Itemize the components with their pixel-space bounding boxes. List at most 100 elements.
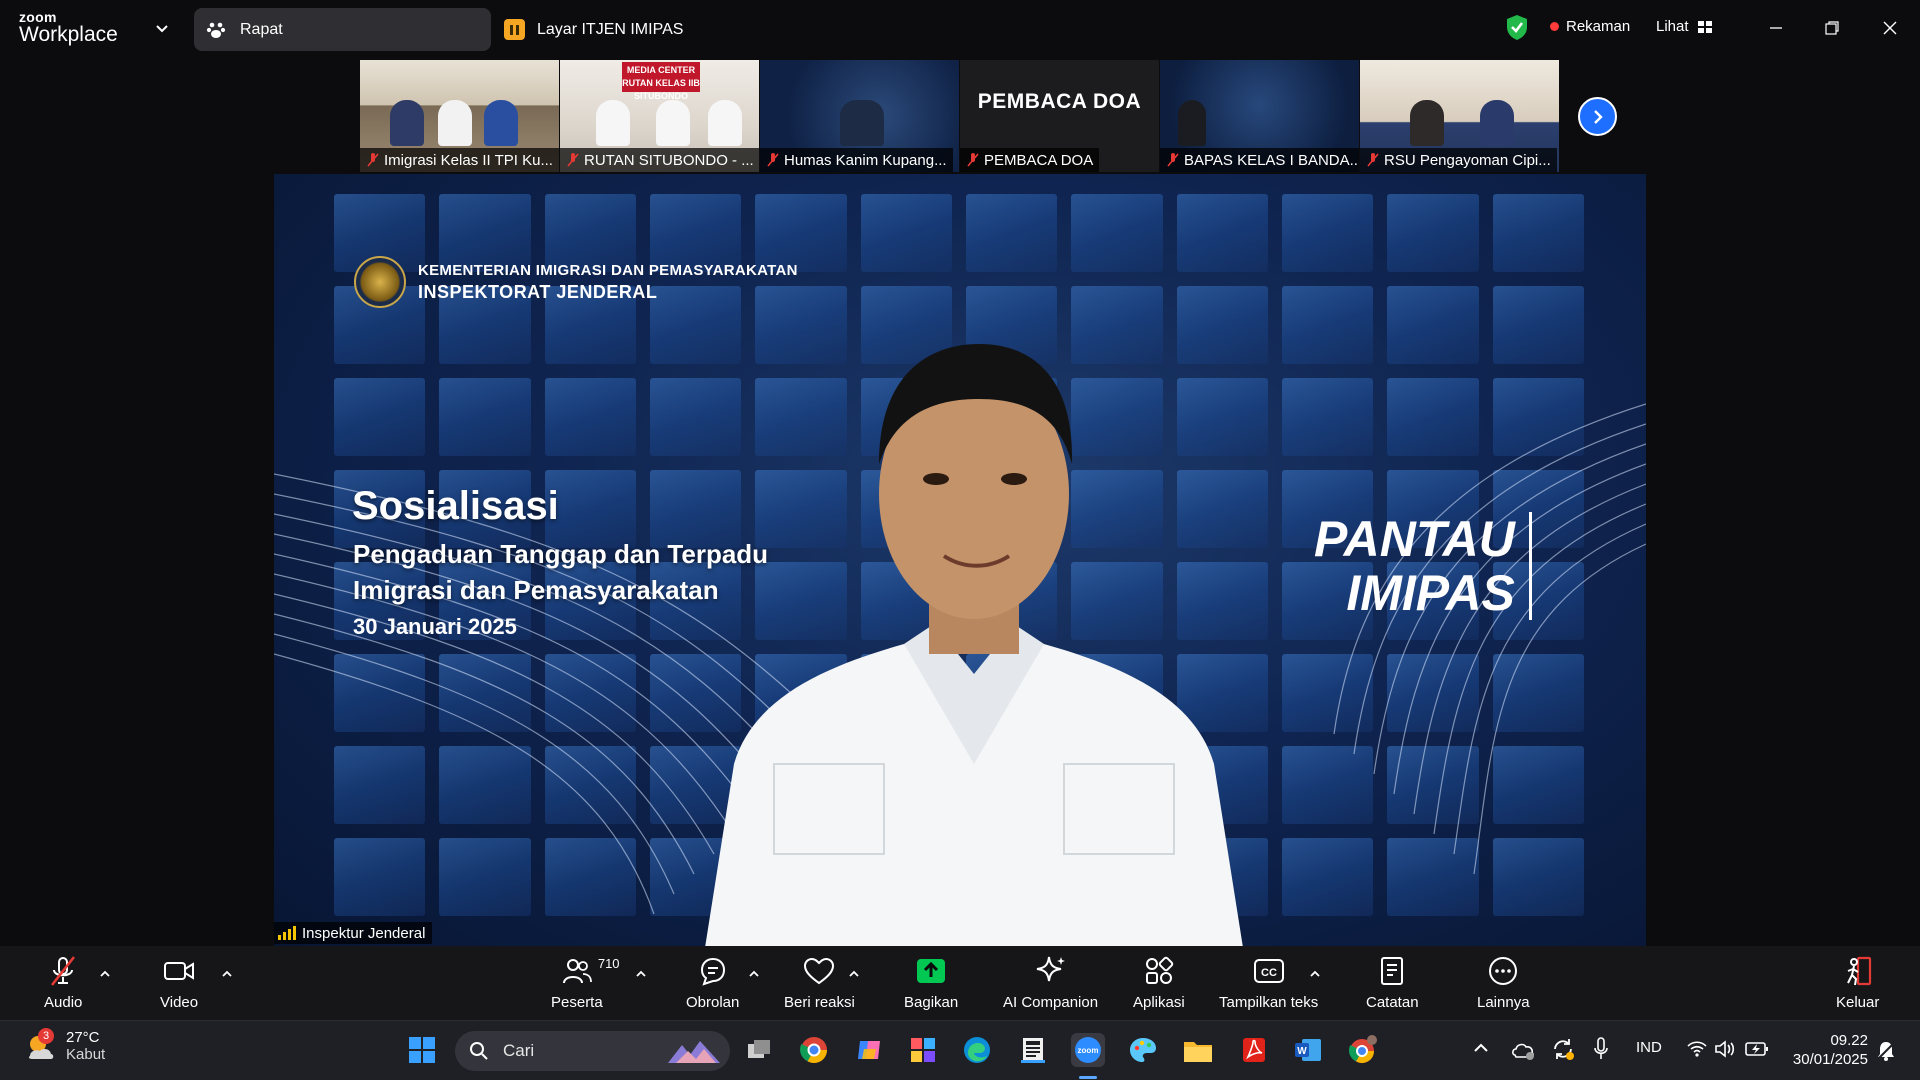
minimize-button[interactable] xyxy=(1762,14,1790,42)
chevron-down-icon[interactable] xyxy=(152,18,172,38)
audio-options-caret-icon[interactable] xyxy=(97,966,113,982)
close-button[interactable] xyxy=(1876,14,1904,42)
volume-icon[interactable] xyxy=(1714,1039,1736,1059)
mic-muted-icon xyxy=(46,954,80,988)
speaker-figure xyxy=(705,344,1243,946)
notes-label: Catatan xyxy=(1366,994,1419,1011)
taskbar-chrome-profile[interactable] xyxy=(1346,1033,1380,1067)
captions-options-caret-icon[interactable] xyxy=(1307,966,1323,982)
search-highlight-mountains-icon xyxy=(668,1041,720,1063)
task-view-button[interactable] xyxy=(743,1033,777,1067)
more-dots-icon xyxy=(1486,954,1520,988)
participants-label: Peserta xyxy=(551,994,603,1011)
mic-muted-icon xyxy=(1367,153,1379,167)
react-button[interactable]: Beri reaksi xyxy=(784,954,855,1011)
pdf-icon xyxy=(1243,1038,1265,1062)
recording-label: Rekaman xyxy=(1566,18,1631,35)
leave-door-icon xyxy=(1841,954,1875,988)
participants-options-caret-icon[interactable] xyxy=(633,966,649,982)
pantau-imipas-logo: PANTAU IMIPAS xyxy=(1314,512,1532,620)
notification-bell-icon[interactable] xyxy=(1874,1039,1898,1063)
sync-icon[interactable] xyxy=(1551,1037,1575,1061)
chat-bubble-icon xyxy=(696,954,730,988)
zoom-workplace-menu[interactable]: zoom Workplace xyxy=(19,10,118,46)
tab-meeting-label: Rapat xyxy=(240,20,283,38)
ai-companion-label: AI Companion xyxy=(1003,994,1099,1011)
minimize-icon xyxy=(1770,27,1782,29)
next-page-button[interactable] xyxy=(1578,97,1617,136)
taskbar-reader[interactable] xyxy=(1016,1033,1050,1067)
ai-companion-button[interactable]: AI Companion xyxy=(1003,954,1098,1011)
participant-tile[interactable]: RSU Pengayoman Cipi... xyxy=(1360,60,1559,172)
tab-meeting[interactable]: Rapat xyxy=(194,8,491,51)
battery-charging-icon[interactable] xyxy=(1745,1041,1769,1057)
video-button[interactable]: Video xyxy=(160,954,198,1011)
edge-icon xyxy=(964,1037,990,1063)
taskbar-copilot[interactable] xyxy=(852,1033,886,1067)
more-button[interactable]: Lainnya xyxy=(1477,954,1530,1011)
taskbar-app-puzzle[interactable] xyxy=(906,1033,940,1067)
taskbar-chrome[interactable] xyxy=(797,1033,831,1067)
leave-label: Keluar xyxy=(1836,994,1880,1011)
mic-muted-icon xyxy=(1167,153,1179,167)
captions-button[interactable]: CC Tampilkan teks xyxy=(1219,954,1318,1011)
leave-button[interactable]: Keluar xyxy=(1836,954,1879,1011)
audio-button[interactable]: Audio xyxy=(44,954,82,1011)
video-label: Video xyxy=(160,994,199,1011)
participant-tile[interactable]: PEMBACA DOA PEMBACA DOA xyxy=(960,60,1159,172)
input-language[interactable]: IND xyxy=(1636,1039,1662,1056)
chrome-icon xyxy=(800,1037,828,1064)
participant-name-tag: RSU Pengayoman Cipi... xyxy=(1360,148,1557,172)
participant-name-tag: PEMBACA DOA xyxy=(960,148,1100,172)
audio-label: Audio xyxy=(44,994,83,1011)
weather-sun-cloud-icon: 3 xyxy=(24,1028,56,1062)
participant-tile[interactable]: Imigrasi Kelas II TPI Ku... xyxy=(360,60,559,172)
taskbar-acrobat[interactable] xyxy=(1237,1033,1271,1067)
active-speaker-video[interactable]: KEMENTERIAN IMIGRASI DAN PEMASYARAKATAN … xyxy=(274,174,1646,946)
taskbar-file-explorer[interactable] xyxy=(1181,1033,1215,1067)
view-button[interactable]: Lihat xyxy=(1656,18,1713,35)
mic-muted-icon xyxy=(967,153,979,167)
chat-options-caret-icon[interactable] xyxy=(746,966,762,982)
apps-button[interactable]: Aplikasi xyxy=(1133,954,1185,1011)
participant-name: RUTAN SITUBONDO - ... xyxy=(584,151,754,169)
recording-indicator[interactable]: Rekaman xyxy=(1550,18,1630,35)
participant-strip: Imigrasi Kelas II TPI Ku... MEDIA CENTER… xyxy=(360,60,1559,172)
participants-button[interactable]: 710 Peserta xyxy=(551,954,620,1011)
video-options-caret-icon[interactable] xyxy=(219,966,235,982)
taskbar-zoom[interactable]: zoom xyxy=(1071,1033,1105,1067)
share-button[interactable]: Bagikan xyxy=(904,954,958,1011)
restore-button[interactable] xyxy=(1818,14,1846,42)
wifi-icon[interactable] xyxy=(1686,1039,1708,1059)
chat-button[interactable]: Obrolan xyxy=(686,954,739,1011)
notes-button[interactable]: Catatan xyxy=(1366,954,1419,1011)
taskbar-paint[interactable] xyxy=(1126,1033,1160,1067)
event-title: Sosialisasi xyxy=(352,484,559,528)
react-options-caret-icon[interactable] xyxy=(846,966,862,982)
system-clock[interactable]: 09.22 30/01/2025 xyxy=(1788,1031,1868,1069)
participant-tile[interactable]: BAPAS KELAS I BANDA... xyxy=(1160,60,1359,172)
mic-muted-icon xyxy=(767,153,779,167)
task-view-icon xyxy=(748,1040,770,1058)
microphone-icon[interactable] xyxy=(1592,1036,1610,1062)
clock-date: 30/01/2025 xyxy=(1792,1051,1868,1068)
taskbar-edge[interactable] xyxy=(960,1033,994,1067)
participant-tile[interactable]: Humas Kanim Kupang... xyxy=(760,60,959,172)
participant-name-tag: Imigrasi Kelas II TPI Ku... xyxy=(360,148,559,172)
windows-taskbar: 3 27°C Kabut Cari zoom W IND 09.22 30/01… xyxy=(0,1020,1920,1080)
onedrive-sync-icon[interactable] xyxy=(1510,1037,1536,1061)
more-label: Lainnya xyxy=(1477,994,1530,1011)
chevron-up-icon[interactable] xyxy=(1470,1037,1492,1059)
close-icon xyxy=(1883,21,1897,35)
chat-label: Obrolan xyxy=(686,994,740,1011)
security-shield-icon[interactable] xyxy=(1505,14,1529,41)
taskbar-search[interactable]: Cari xyxy=(455,1031,730,1071)
weather-widget[interactable]: 3 27°C Kabut xyxy=(24,1028,105,1063)
taskbar-word[interactable]: W xyxy=(1291,1033,1325,1067)
tab-shared-screen[interactable]: Layar ITJEN IMIPAS xyxy=(504,8,683,51)
start-button[interactable] xyxy=(405,1033,439,1067)
media-center-sign: MEDIA CENTER RUTAN KELAS IIB SITUBONDO xyxy=(622,62,700,101)
word-icon: W xyxy=(1295,1039,1321,1061)
participant-tile[interactable]: MEDIA CENTER RUTAN KELAS IIB SITUBONDO R… xyxy=(560,60,759,172)
sparkle-icon xyxy=(1034,954,1068,988)
